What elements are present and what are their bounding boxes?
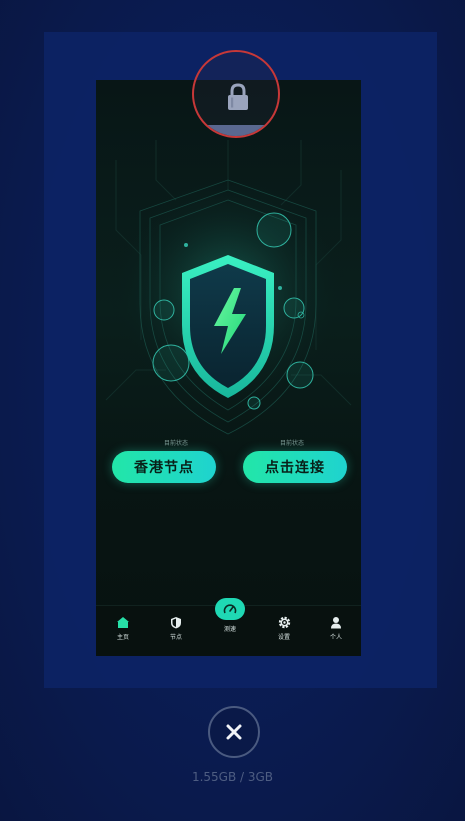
recent-apps-screen: 目前状态 目前状态 香港节点 点击连接 主页 节点 测速 设置 个人 1.55G… bbox=[0, 0, 465, 821]
tab-nodes[interactable]: 节点 bbox=[156, 616, 196, 641]
clear-recents-button[interactable] bbox=[208, 706, 260, 758]
speedometer-icon bbox=[223, 604, 237, 614]
shield-illustration bbox=[105, 140, 352, 435]
connect-button[interactable]: 点击连接 bbox=[243, 451, 347, 483]
bottom-tab-bar: 主页 节点 测速 设置 个人 bbox=[96, 598, 361, 656]
shield-icon bbox=[171, 617, 181, 629]
node-select-button[interactable]: 香港节点 bbox=[112, 451, 216, 483]
tab-home-label: 主页 bbox=[116, 634, 129, 641]
tab-settings-label: 设置 bbox=[277, 634, 290, 641]
memory-usage-text: 1.55GB / 3GB bbox=[191, 770, 274, 784]
tab-profile-label: 个人 bbox=[329, 634, 342, 641]
home-icon bbox=[117, 617, 129, 628]
status-caption-left: 目前状态 bbox=[163, 440, 188, 447]
tab-settings[interactable]: 设置 bbox=[264, 616, 304, 641]
speedtest-bubble bbox=[215, 598, 245, 620]
lock-icon bbox=[228, 83, 248, 110]
person-icon bbox=[331, 617, 341, 629]
tab-profile[interactable]: 个人 bbox=[316, 616, 356, 641]
status-caption-right: 目前状态 bbox=[279, 440, 304, 447]
tab-speedtest[interactable]: 测速 bbox=[215, 598, 245, 633]
vpn-app-card[interactable]: 目前状态 目前状态 香港节点 点击连接 主页 节点 测速 设置 个人 bbox=[96, 80, 361, 656]
gear-icon bbox=[278, 616, 290, 629]
lock-app-button[interactable] bbox=[192, 50, 280, 138]
tab-nodes-label: 节点 bbox=[169, 634, 182, 641]
close-icon bbox=[226, 724, 242, 740]
tab-home[interactable]: 主页 bbox=[103, 616, 143, 641]
tab-speedtest-label: 测速 bbox=[223, 626, 236, 633]
